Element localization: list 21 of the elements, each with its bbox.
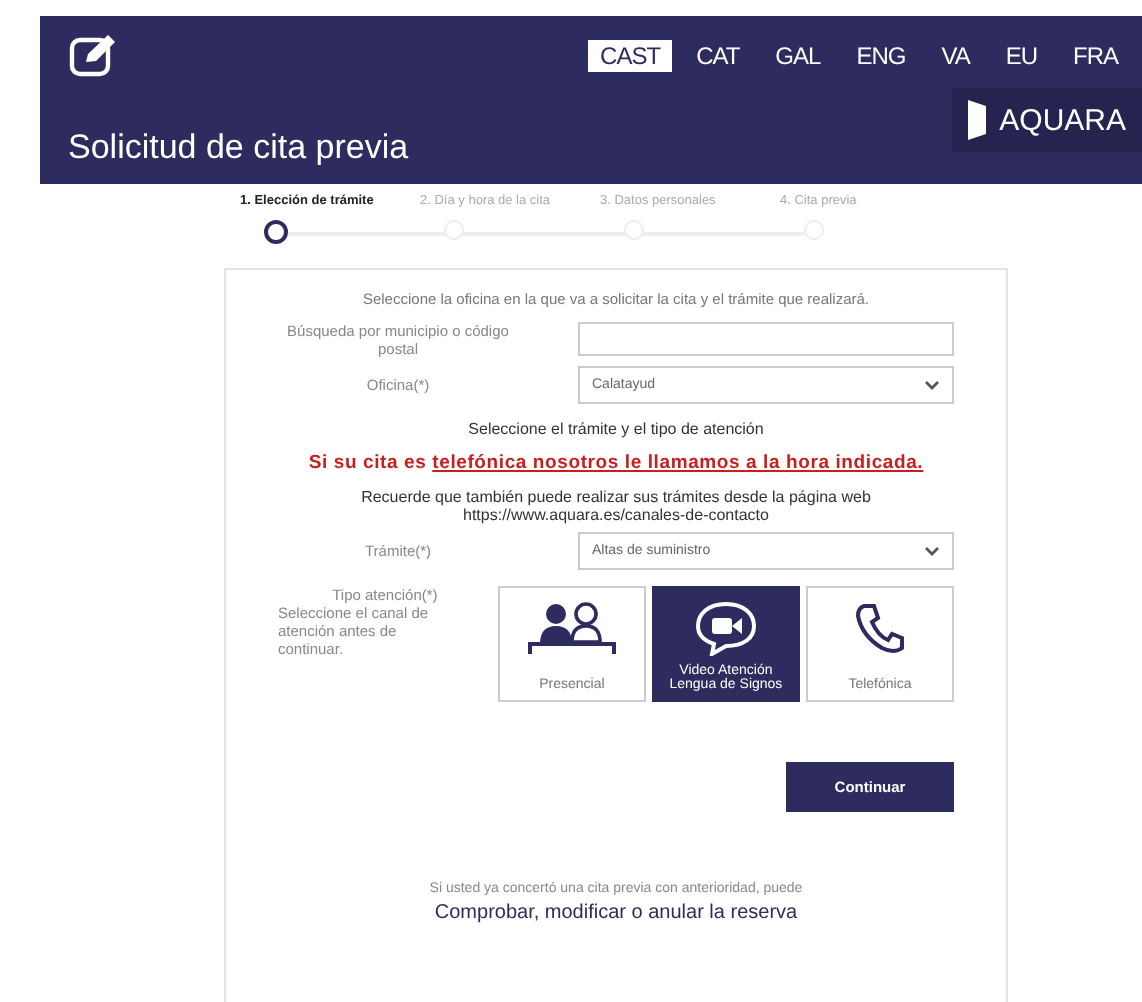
chevron-icon — [924, 545, 940, 557]
reminder-text: Recuerde que también puede realizar sus trámites desde la página web https://www.aquara.es/canales-de-contacto — [359, 488, 873, 524]
language-tab[interactable]: CAT — [684, 40, 752, 72]
phone-notice: Si su cita es telefónica nosotros le llamamos a la hora indicada. — [308, 452, 924, 474]
chevron-icon — [924, 379, 940, 391]
people-icon — [527, 600, 616, 656]
phone-icon — [853, 600, 906, 656]
video-chat-icon — [693, 600, 758, 656]
language-tab[interactable]: FRA — [1061, 40, 1130, 72]
language-tab[interactable]: GAL — [763, 40, 833, 72]
search-field[interactable] — [578, 322, 954, 356]
brand-logo: AQUARA — [951, 88, 1142, 152]
edit-icon[interactable] — [68, 32, 120, 80]
drop-logo-icon — [967, 100, 988, 140]
language-tab[interactable]: ENG — [844, 40, 918, 72]
language-tab[interactable]: EU — [993, 40, 1049, 72]
manage-booking-link[interactable]: Comprobar, modificar o anular la reserva — [434, 902, 798, 924]
section-title: Seleccione el trámite y el tipo de atención — [468, 420, 764, 438]
page-title: Solicitud de cita previa — [68, 128, 409, 168]
language-tab[interactable]: CAST — [588, 40, 673, 72]
language-tab[interactable]: VA — [929, 40, 982, 72]
